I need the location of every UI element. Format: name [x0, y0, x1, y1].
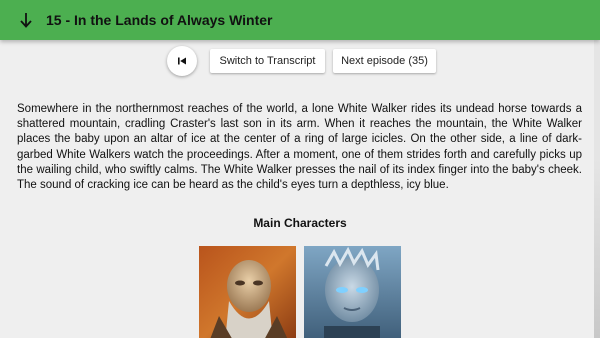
skip-previous-icon [178, 57, 186, 65]
back-button[interactable] [8, 0, 44, 40]
character-list [0, 246, 600, 338]
episode-controls: Switch to Transcript Next episode (35) [0, 46, 600, 78]
character-portrait-white-walker[interactable] [304, 246, 401, 338]
episode-screen: 15 - In the Lands of Always Winter Switc… [0, 0, 600, 338]
episode-summary: Somewhere in the northernmost reaches of… [17, 103, 582, 192]
switch-to-transcript-button[interactable]: Switch to Transcript [210, 49, 325, 73]
skip-previous-button[interactable] [167, 46, 197, 76]
main-characters-heading: Main Characters [253, 216, 347, 230]
app-bar: 15 - In the Lands of Always Winter [0, 0, 600, 40]
arrow-down-icon [20, 13, 32, 28]
next-episode-button[interactable]: Next episode (35) [333, 49, 436, 73]
character-portrait-craster[interactable] [199, 246, 296, 338]
episode-title: 15 - In the Lands of Always Winter [46, 12, 273, 28]
